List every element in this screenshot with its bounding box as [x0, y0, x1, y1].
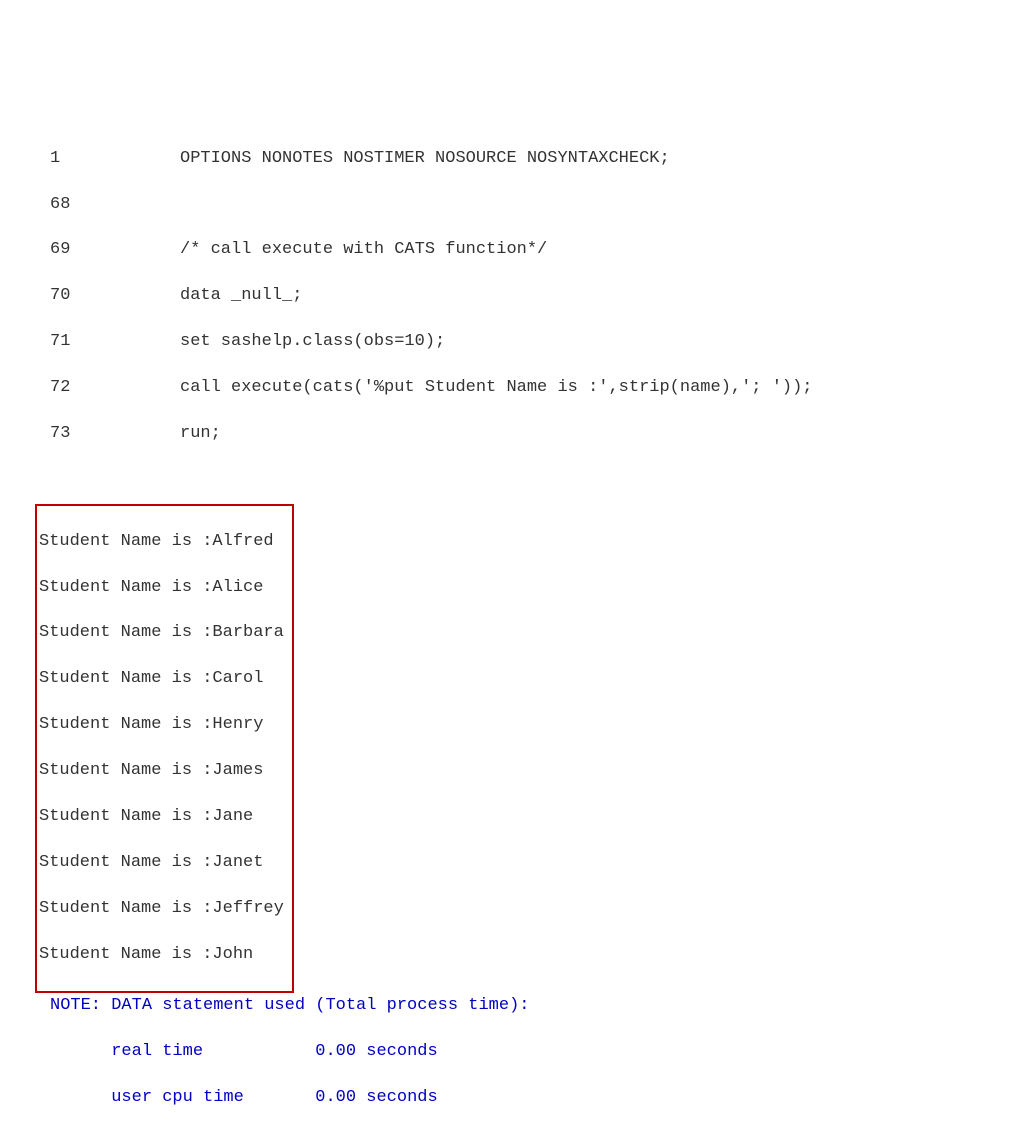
code-text: run;	[180, 423, 221, 446]
code-text: /* call execute with CATS function*/	[180, 239, 547, 262]
code-line: 73run;	[50, 423, 1017, 446]
output-line: Student Name is :Jeffrey	[39, 898, 284, 921]
code-text: data _null_;	[180, 285, 302, 308]
line-number: 72	[50, 377, 180, 400]
line-number: 73	[50, 423, 180, 446]
line-number: 70	[50, 285, 180, 308]
timing-label: user cpu time	[111, 1088, 244, 1107]
line-number: 69	[50, 239, 180, 262]
output-line: Student Name is :John	[39, 944, 284, 967]
code-line: 68	[50, 194, 1017, 217]
output-line: Student Name is :Jane	[39, 806, 284, 829]
timing-line: user cpu time 0.00 seconds	[50, 1087, 1017, 1110]
output-line: Student Name is :James	[39, 760, 284, 783]
output-line: Student Name is :Barbara	[39, 622, 284, 645]
output-line: Student Name is :Janet	[39, 852, 284, 875]
code-line: 1OPTIONS NONOTES NOSTIMER NOSOURCE NOSYN…	[50, 148, 1017, 171]
output-line: Student Name is :Henry	[39, 714, 284, 737]
code-line: 69/* call execute with CATS function*/	[50, 239, 1017, 262]
code-line: 70data _null_;	[50, 285, 1017, 308]
timing-value: 0.00 seconds	[315, 1088, 437, 1107]
code-text: OPTIONS NONOTES NOSTIMER NOSOURCE NOSYNT…	[180, 148, 670, 171]
code-text: call execute(cats('%put Student Name is …	[180, 377, 813, 400]
timing-line: real time 0.00 seconds	[50, 1041, 1017, 1064]
output-highlight-box: Student Name is :Alfred Student Name is …	[35, 504, 294, 994]
sas-log: 1OPTIONS NONOTES NOSTIMER NOSOURCE NOSYN…	[50, 102, 1017, 1130]
code-text: set sashelp.class(obs=10);	[180, 331, 445, 354]
code-line: 71set sashelp.class(obs=10);	[50, 331, 1017, 354]
line-number: 68	[50, 194, 180, 217]
output-line: Student Name is :Carol	[39, 668, 284, 691]
timing-value: 0.00 seconds	[315, 1042, 437, 1061]
line-number: 71	[50, 331, 180, 354]
output-line: Student Name is :Alice	[39, 577, 284, 600]
line-number: 1	[50, 148, 180, 171]
code-line: 72call execute(cats('%put Student Name i…	[50, 377, 1017, 400]
timing-label: real time	[111, 1042, 203, 1061]
code-block: 1OPTIONS NONOTES NOSTIMER NOSOURCE NOSYN…	[50, 125, 1017, 469]
output-line: Student Name is :Alfred	[39, 531, 284, 554]
note-line: NOTE: DATA statement used (Total process…	[50, 995, 1017, 1018]
